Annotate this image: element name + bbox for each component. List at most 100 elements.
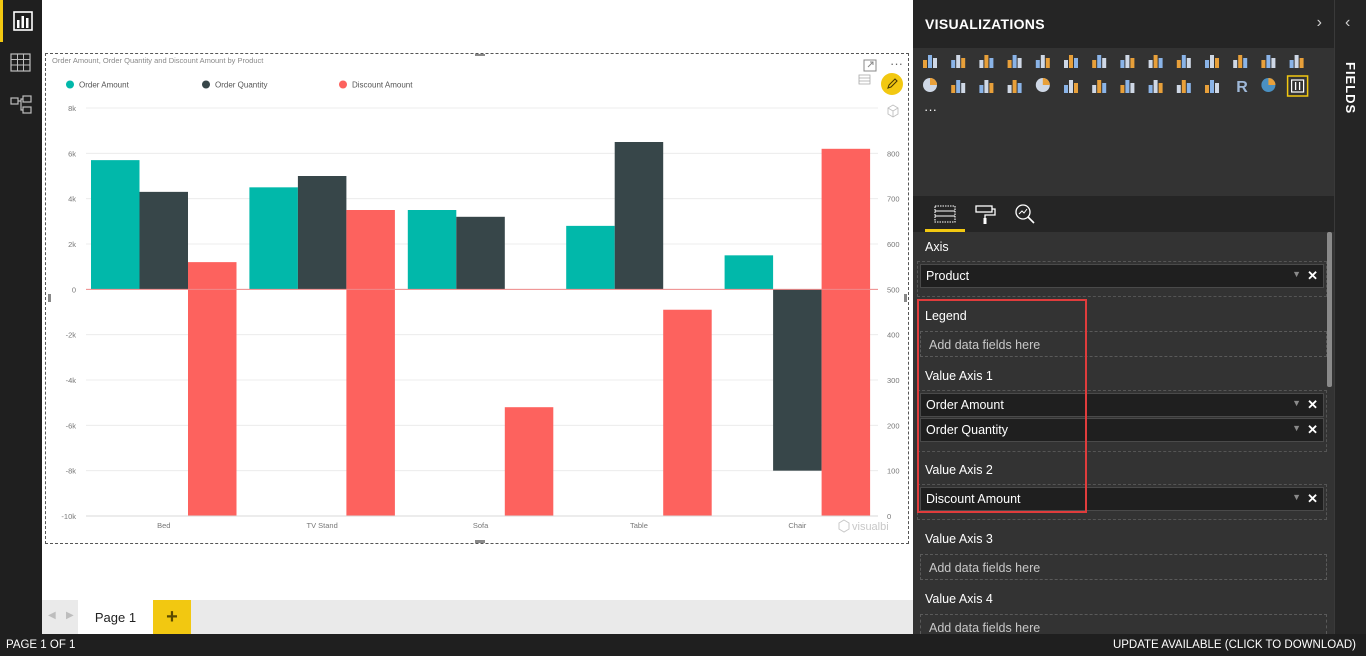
bar-order-amount-table[interactable] [566, 225, 615, 290]
dropdown-arrow-icon[interactable]: ▼ [1292, 269, 1301, 279]
bar-discount-amount-tv-stand[interactable] [346, 210, 395, 516]
bar-order-quantity-bed[interactable] [139, 191, 189, 290]
tab-fields[interactable] [925, 196, 965, 232]
dropdown-arrow-icon[interactable]: ▼ [1292, 398, 1301, 408]
table-grid-icon[interactable] [858, 74, 871, 85]
bar-discount-amount-sofa[interactable] [504, 407, 554, 516]
visual-type-icon[interactable]: R [1236, 79, 1248, 96]
visual-type-icon[interactable] [979, 55, 994, 68]
field-chip-product[interactable]: Product ▼ ✕ [920, 264, 1324, 288]
legend-label[interactable]: Order Amount [79, 81, 130, 90]
visual-type-icon[interactable] [951, 80, 966, 93]
visual-container[interactable]: 8k 6k 4k 2k 0 -2k -4k -6k -8k -10k 800 700 600 500 400… [45, 53, 909, 544]
visual-type-icon[interactable] [1007, 55, 1022, 68]
page-indicator: PAGE 1 OF 1 [6, 639, 76, 651]
edit-pencil-icon[interactable] [881, 73, 903, 95]
visual-type-icon[interactable] [951, 55, 966, 68]
bar-order-amount-bed[interactable] [91, 160, 140, 290]
visual-type-icon[interactable] [1092, 55, 1107, 68]
visual-type-icon[interactable] [1289, 55, 1304, 68]
visual-type-icon[interactable] [1261, 55, 1276, 68]
visual-type-icon[interactable] [1064, 80, 1078, 93]
legend-marker [202, 80, 210, 89]
fields-pane-collapsed[interactable]: ‹ FIELDS [1334, 0, 1366, 634]
visual-type-icon[interactable] [1148, 55, 1163, 68]
resize-handle-bottom[interactable] [475, 540, 485, 543]
remove-field-icon[interactable]: ✕ [1307, 268, 1318, 284]
more-visuals-icon: ··· [924, 102, 937, 117]
more-options-icon[interactable]: ··· [890, 56, 903, 71]
remove-field-icon[interactable]: ✕ [1307, 491, 1318, 507]
resize-handle-right[interactable] [904, 294, 907, 302]
resize-handle-top[interactable] [475, 54, 485, 56]
pane-tabs [913, 196, 1334, 232]
visual-type-icon[interactable] [979, 80, 994, 93]
visual-type-icon[interactable] [1176, 55, 1191, 68]
x-tick-label: Bed [157, 521, 170, 530]
visual-type-icon[interactable] [1148, 80, 1163, 93]
bar-order-amount-chair[interactable] [724, 255, 774, 290]
collapse-chevron-icon[interactable]: › [1317, 14, 1322, 32]
visual-type-icon[interactable] [1286, 75, 1309, 97]
tab-scroll-left-icon[interactable]: ◀ [48, 610, 56, 621]
resize-handle-left[interactable] [48, 294, 51, 302]
bar-order-amount-tv-stand[interactable] [249, 187, 298, 290]
bar-order-quantity-table[interactable] [614, 142, 664, 290]
visual-type-icon[interactable] [1092, 80, 1107, 93]
visual-type-icon[interactable] [923, 78, 937, 92]
visual-type-icon[interactable] [1233, 55, 1248, 68]
visual-type-icon[interactable] [923, 55, 937, 68]
y-right-tick-label: 700 [887, 195, 900, 204]
expand-chevron-icon[interactable]: ‹ [1345, 14, 1350, 32]
remove-field-icon[interactable]: ✕ [1307, 397, 1318, 413]
add-page-button[interactable]: + [153, 600, 191, 634]
bar-discount-amount-bed[interactable] [188, 262, 237, 516]
dropdown-arrow-icon[interactable]: ▼ [1292, 492, 1301, 502]
y-left-tick-label: -8k [66, 467, 77, 476]
report-view-button[interactable] [0, 0, 42, 42]
y-right-tick-label: 600 [887, 240, 900, 249]
watermark-logo: visualbi [838, 519, 889, 533]
legend-label[interactable]: Order Quantity [215, 81, 267, 90]
tab-format[interactable] [965, 196, 1005, 232]
visual-type-icon[interactable] [1120, 80, 1135, 93]
visual-type-icon[interactable] [1035, 55, 1050, 68]
legend-marker [339, 80, 347, 89]
dropdown-arrow-icon[interactable]: ▼ [1292, 423, 1301, 433]
visual-type-icon[interactable] [1205, 80, 1219, 93]
visual-type-icon[interactable] [1064, 55, 1078, 68]
tab-page-1[interactable]: Page 1 [78, 600, 153, 634]
pane-scrollbar[interactable] [1327, 232, 1332, 387]
well-value-axis-3-dropzone[interactable]: Add data fields here [920, 554, 1327, 580]
y-right-tick-label: 500 [887, 285, 900, 294]
y-left-tick-label: 0 [72, 285, 76, 294]
remove-field-icon[interactable]: ✕ [1307, 422, 1318, 438]
bar-order-quantity-tv-stand[interactable] [297, 176, 347, 290]
tab-scroll-right-icon[interactable]: ▶ [66, 610, 74, 621]
chart-title: Order Amount, Order Quantity and Discoun… [52, 56, 264, 65]
focus-mode-icon[interactable] [863, 59, 877, 72]
visual-type-icon[interactable] [1205, 55, 1219, 68]
data-view-button[interactable] [0, 42, 42, 84]
bar-order-amount-sofa[interactable] [407, 210, 457, 290]
x-tick-label: Table [630, 521, 648, 530]
legend-label[interactable]: Discount Amount [352, 81, 413, 90]
bar-discount-amount-table[interactable] [663, 309, 712, 516]
visual-type-icon[interactable]: ··· [924, 102, 937, 117]
relationships-view-button[interactable] [0, 84, 42, 126]
visual-type-icon[interactable] [1007, 80, 1022, 93]
fields-well-icon [934, 205, 956, 223]
y-right-tick-label: 200 [887, 421, 900, 430]
y-right-tick-label: 0 [887, 512, 891, 521]
bar-order-quantity-sofa[interactable] [456, 216, 505, 290]
tab-analytics[interactable] [1005, 196, 1045, 232]
visual-type-icon[interactable] [1120, 55, 1135, 68]
visual-type-icon[interactable] [1035, 78, 1050, 92]
bar-order-quantity-chair[interactable] [773, 289, 822, 471]
visual-type-icon[interactable] [1176, 80, 1191, 93]
bar-discount-amount-chair[interactable] [821, 148, 871, 517]
y-left-tick-label: 4k [68, 195, 76, 204]
visual-type-icon[interactable] [1261, 78, 1276, 92]
well-value-axis-4-dropzone[interactable]: Add data fields here [920, 614, 1327, 634]
update-available-link[interactable]: UPDATE AVAILABLE (CLICK TO DOWNLOAD) [1113, 639, 1356, 651]
